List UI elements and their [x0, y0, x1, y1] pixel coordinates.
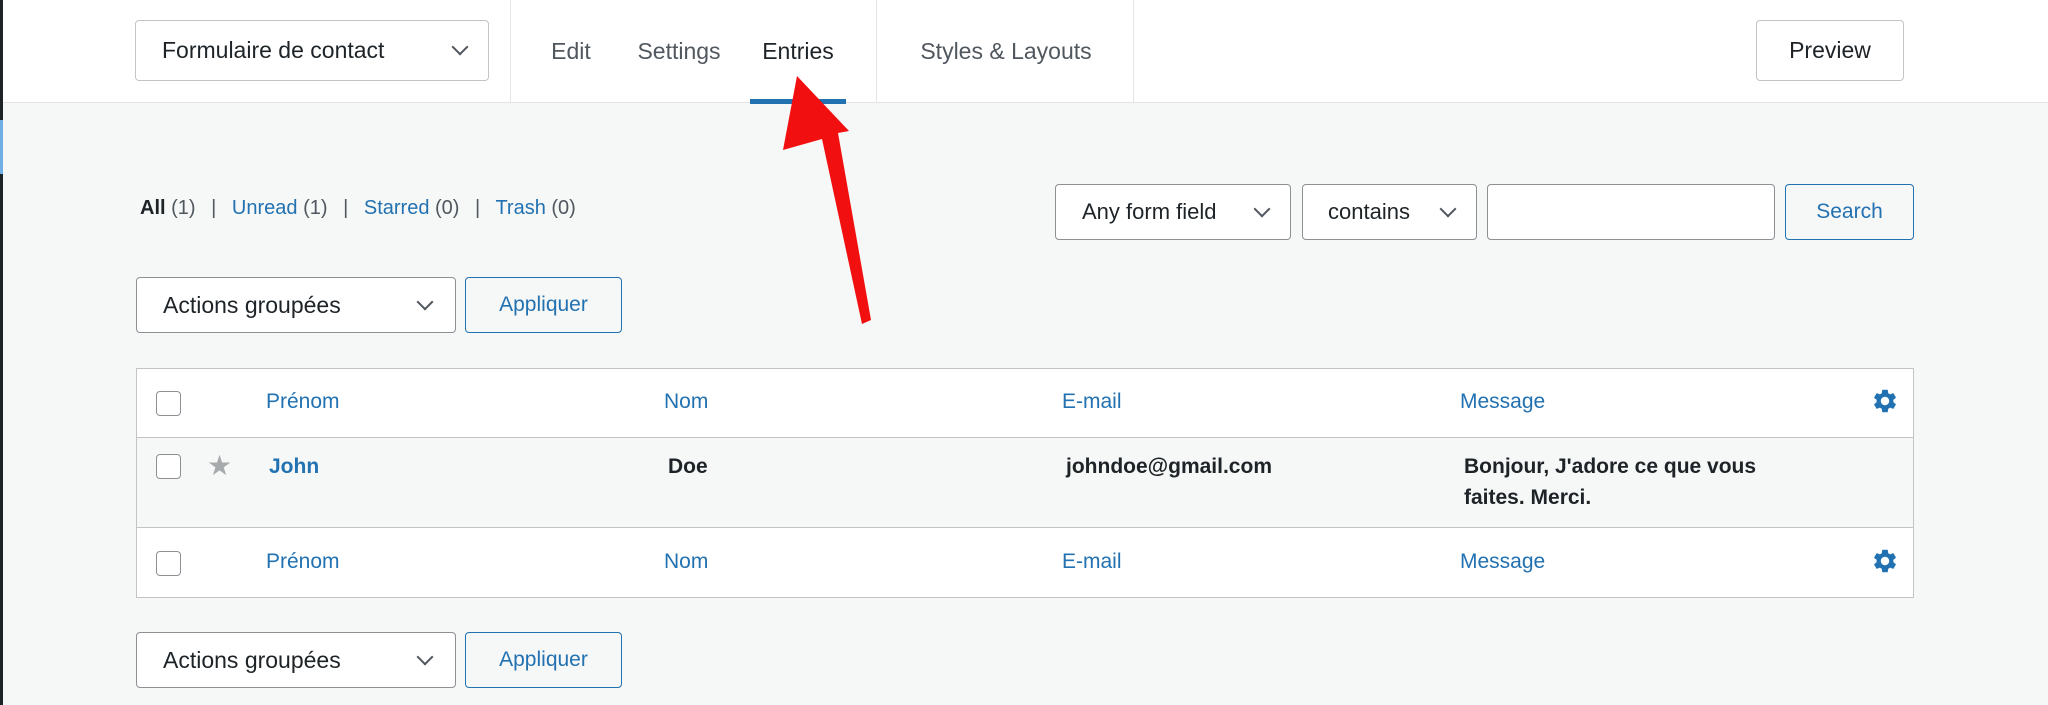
- entries-table: Prénom Nom E-mail Message ★ John Doe joh…: [136, 368, 1914, 598]
- table-row: ★ John Doe johndoe@gmail.com Bonjour, J'…: [137, 438, 1913, 528]
- search-input[interactable]: [1487, 184, 1775, 240]
- cell-nom: Doe: [668, 455, 708, 478]
- form-selector-label: Formulaire de contact: [162, 37, 385, 63]
- tab-edit-label: Edit: [551, 38, 591, 64]
- column-header-email[interactable]: E-mail: [1062, 390, 1122, 414]
- search-operator-select[interactable]: contains: [1302, 184, 1477, 240]
- tab-edit[interactable]: Edit: [538, 0, 604, 103]
- filter-starred[interactable]: Starred: [364, 197, 430, 219]
- divider: [510, 0, 511, 103]
- select-all-checkbox-footer[interactable]: [156, 551, 181, 576]
- chevron-down-icon: [1253, 200, 1271, 218]
- search-button[interactable]: Search: [1785, 184, 1914, 240]
- tab-entries-label: Entries: [762, 38, 834, 64]
- divider: [1133, 0, 1134, 103]
- gear-icon[interactable]: [1871, 547, 1899, 575]
- filter-unread-count: (1): [303, 197, 328, 219]
- filter-starred-count: (0): [435, 197, 460, 219]
- chevron-down-icon: [1439, 200, 1457, 218]
- apply-button-top[interactable]: Appliquer: [465, 277, 622, 333]
- tab-settings-label: Settings: [637, 38, 721, 64]
- column-footer-nom[interactable]: Nom: [664, 550, 708, 574]
- apply-button-label: Appliquer: [499, 648, 588, 671]
- bulk-actions-label: Actions groupées: [163, 291, 341, 318]
- search-field-select-value: Any form field: [1082, 199, 1217, 224]
- divider: [876, 0, 877, 103]
- form-selector-dropdown[interactable]: Formulaire de contact: [135, 20, 489, 81]
- tab-entries[interactable]: Entries: [750, 0, 846, 104]
- filter-trash[interactable]: Trash: [495, 197, 545, 219]
- form-editor-topbar: Formulaire de contact Edit Settings Entr…: [3, 0, 2048, 104]
- annotation-arrow: [783, 76, 871, 324]
- search-operator-select-value: contains: [1328, 199, 1410, 224]
- tab-styles-layouts-label: Styles & Layouts: [920, 38, 1092, 64]
- column-footer-email[interactable]: E-mail: [1062, 550, 1122, 574]
- red-arrow-pointer: [783, 76, 871, 324]
- apply-button-bottom[interactable]: Appliquer: [465, 632, 622, 688]
- column-header-message[interactable]: Message: [1460, 390, 1545, 414]
- apply-button-label: Appliquer: [499, 293, 588, 316]
- gear-icon[interactable]: [1871, 387, 1899, 415]
- active-tab-indicator: [750, 99, 846, 104]
- preview-button[interactable]: Preview: [1756, 20, 1904, 81]
- cell-message-line-2: faites. Merci.: [1464, 486, 1592, 509]
- column-footer-prenom[interactable]: Prénom: [266, 550, 340, 574]
- star-icon[interactable]: ★: [207, 449, 232, 482]
- bulk-actions-select-bottom[interactable]: Actions groupées: [136, 632, 456, 688]
- column-header-nom[interactable]: Nom: [664, 390, 708, 414]
- tab-settings[interactable]: Settings: [621, 0, 737, 103]
- cell-prenom[interactable]: John: [269, 451, 319, 482]
- window-left-edge: [0, 0, 3, 705]
- cell-email: johndoe@gmail.com: [1066, 455, 1272, 478]
- table-header-row: Prénom Nom E-mail Message: [137, 369, 1913, 438]
- cell-message-line-1: Bonjour, J'adore ce que vous: [1464, 455, 1757, 478]
- filter-all-count: (1): [171, 197, 196, 219]
- filter-unread[interactable]: Unread: [232, 197, 298, 219]
- entry-status-filters: All (1) | Unread (1) | Starred (0) | Tra…: [140, 197, 576, 219]
- row-checkbox[interactable]: [156, 454, 181, 479]
- tab-styles-layouts[interactable]: Styles & Layouts: [908, 0, 1104, 103]
- bulk-actions-select-top[interactable]: Actions groupées: [136, 277, 456, 333]
- chevron-down-icon: [416, 648, 434, 666]
- chevron-down-icon: [451, 38, 469, 56]
- bulk-actions-label: Actions groupées: [163, 646, 341, 673]
- search-button-label: Search: [1816, 200, 1883, 223]
- chevron-down-icon: [416, 293, 434, 311]
- cell-message: Bonjour, J'adore ce que vous faites. Mer…: [1464, 451, 1756, 513]
- select-all-checkbox[interactable]: [156, 391, 181, 416]
- filter-all[interactable]: All: [140, 197, 166, 219]
- preview-button-label: Preview: [1789, 37, 1871, 63]
- search-field-select[interactable]: Any form field: [1055, 184, 1291, 240]
- window-left-edge-accent: [0, 120, 3, 174]
- column-header-prenom[interactable]: Prénom: [266, 390, 340, 414]
- filter-trash-count: (0): [551, 197, 576, 219]
- table-footer-row: Prénom Nom E-mail Message: [137, 528, 1913, 598]
- column-footer-message[interactable]: Message: [1460, 550, 1545, 574]
